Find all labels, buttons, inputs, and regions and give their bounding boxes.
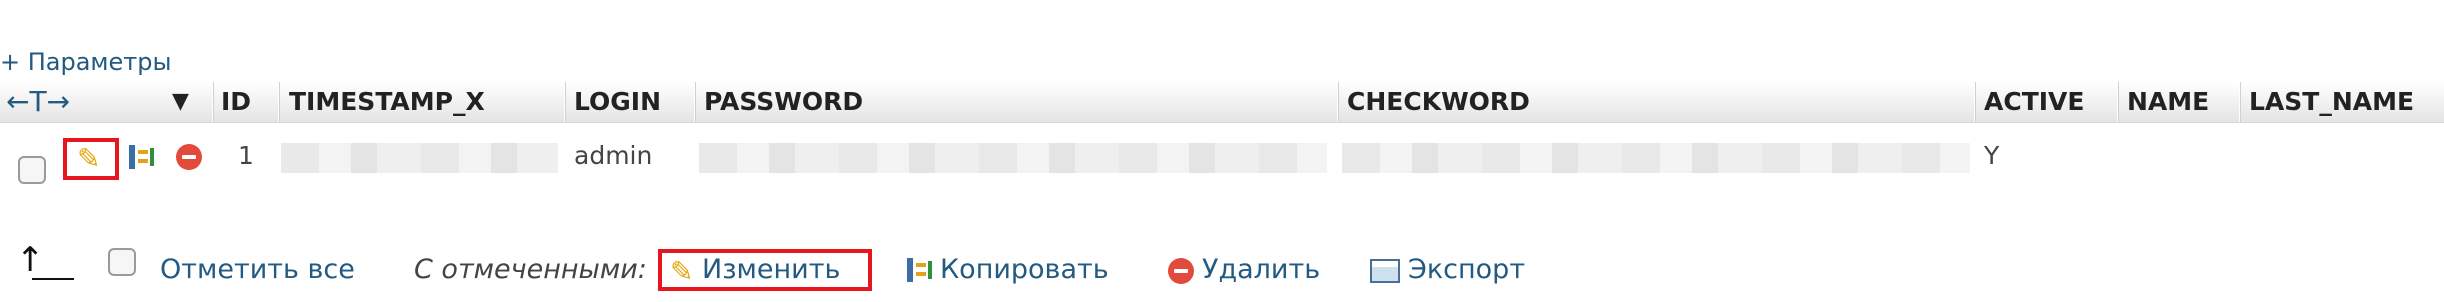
column-separator [694, 82, 695, 122]
bulk-copy-button[interactable]: Копировать [940, 252, 1109, 288]
results-panel: + Параметры ←T→ ▼ ID TIMESTAMP_X LOGIN P… [0, 0, 2444, 302]
column-separator [2239, 82, 2240, 122]
row-edit-button[interactable]: ✎ [63, 138, 119, 180]
copy-icon [907, 258, 932, 282]
column-separator [1337, 82, 1338, 122]
col-header-name[interactable]: NAME [2127, 82, 2209, 122]
row-checkbox[interactable] [18, 156, 46, 184]
check-all-link[interactable]: Отметить все [160, 252, 355, 288]
arrow-up-icon: ↑ [16, 240, 45, 280]
bulk-export-button[interactable]: Экспорт [1408, 252, 1525, 288]
bulk-edit-button[interactable]: ✎ Изменить [658, 249, 872, 291]
pencil-icon: ✎ [77, 142, 101, 175]
col-header-id[interactable]: ID [221, 82, 251, 122]
export-icon [1370, 259, 1400, 283]
with-selected-label: С отмеченными: [414, 254, 647, 285]
delete-icon[interactable] [176, 144, 202, 170]
column-separator [564, 82, 565, 122]
col-header-active[interactable]: ACTIVE [1984, 82, 2084, 122]
options-link[interactable]: + Параметры [0, 48, 171, 76]
col-header-checkword[interactable]: CHECKWORD [1347, 82, 1530, 122]
col-header-last-name[interactable]: LAST_NAME [2249, 82, 2414, 122]
column-separator [1974, 82, 1975, 122]
column-separator [278, 82, 279, 122]
cell-checkword-redacted [1342, 143, 1970, 173]
copy-icon[interactable] [126, 142, 156, 172]
cell-id: 1 [238, 141, 254, 170]
check-all-checkbox[interactable] [108, 248, 136, 276]
col-header-password[interactable]: PASSWORD [704, 82, 863, 122]
cell-password-redacted [699, 143, 1327, 173]
column-resize-toggle[interactable]: ←T→ [6, 82, 70, 122]
bulk-edit-label: Изменить [702, 254, 841, 285]
pencil-icon: ✎ [670, 255, 694, 288]
sort-menu-icon[interactable]: ▼ [172, 82, 189, 122]
cell-active: Y [1984, 141, 2000, 170]
column-separator [2117, 82, 2118, 122]
col-header-timestamp-x[interactable]: TIMESTAMP_X [289, 82, 485, 122]
column-separator [212, 82, 213, 122]
delete-icon [1168, 258, 1194, 284]
col-header-login[interactable]: LOGIN [574, 82, 661, 122]
cell-timestamp-redacted [281, 143, 558, 173]
cell-login: admin [574, 141, 653, 170]
table-header: ←T→ ▼ ID TIMESTAMP_X LOGIN PASSWORD CHEC… [0, 82, 2444, 123]
bulk-delete-button[interactable]: Удалить [1202, 252, 1320, 288]
arrow-line [32, 278, 74, 280]
